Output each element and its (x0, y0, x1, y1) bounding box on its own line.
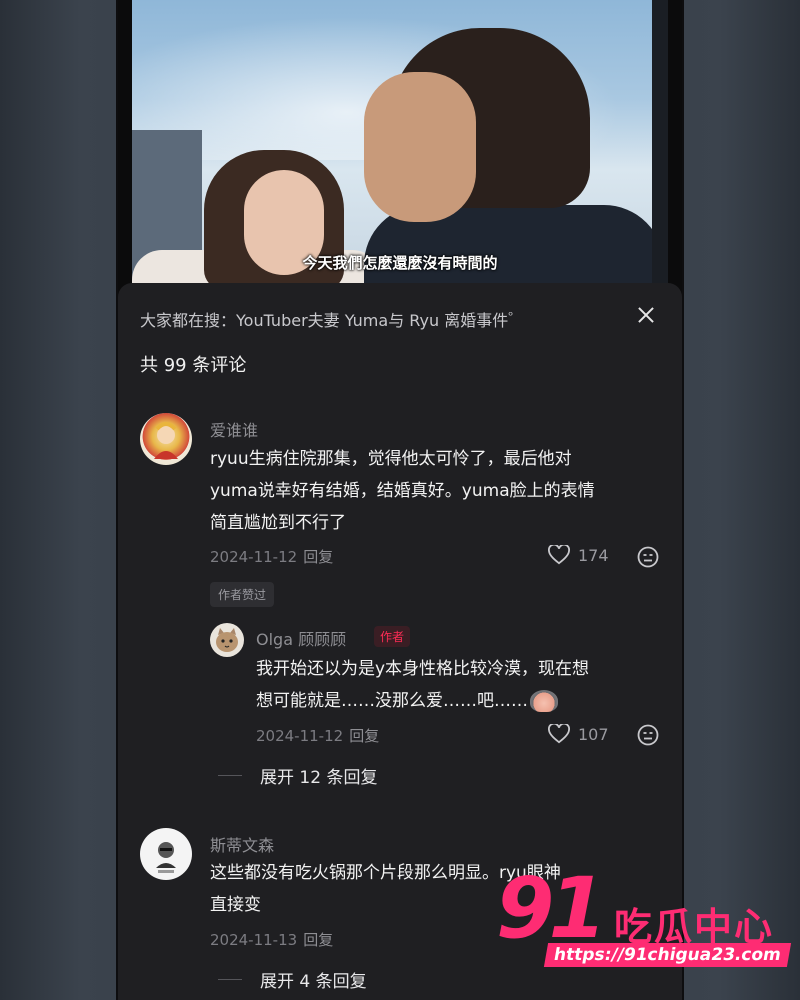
search-suggestion[interactable]: 大家都在搜：YouTuber夫妻 Yuma与 Ryu 离婚事件ᵒ (140, 307, 513, 331)
reply-text: 我开始还以为是y本身性格比较冷漠，现在想 想可能就是……没那么爱……吧…… (256, 653, 589, 717)
emoji-icon (530, 690, 558, 712)
expand-replies-label: 展开 12 条回复 (260, 768, 378, 788)
comment-text-line: yuma说幸好有结婚，结婚真好。yuma脸上的表情 (210, 481, 595, 501)
comment-username[interactable]: 斯蒂文森 (210, 832, 274, 856)
heart-icon (548, 724, 570, 744)
video-subtitle: 今天我們怎麼還麼沒有時間的 (302, 254, 498, 272)
comment-count: 共 99 条评论 (140, 355, 247, 376)
expand-replies-label: 展开 4 条回复 (260, 972, 367, 992)
reply-text-line: 想可能就是……没那么爱……吧…… (256, 685, 589, 717)
search-icon: ᵒ (508, 308, 514, 323)
comment-username[interactable]: 爱谁谁 (210, 417, 258, 441)
close-button[interactable] (632, 301, 660, 329)
reply-date: 2024-11-12 (256, 727, 344, 745)
reply-like-count: 107 (578, 724, 609, 744)
comment-text: ryuu生病住院那集，觉得他太可怜了，最后他对 yuma说幸好有结婚，结婚真好。… (210, 443, 595, 539)
dislike-icon[interactable] (637, 724, 659, 746)
dislike-icon[interactable] (637, 546, 659, 568)
reply-meta: 2024-11-12 回复 (256, 725, 379, 746)
comment-meta: 2024-11-12 回复 (210, 546, 333, 567)
comment-text-line: ryuu生病住院那集，觉得他太可怜了，最后他对 (210, 449, 572, 469)
reply-username[interactable]: Olga 顾顾顾 (256, 626, 346, 650)
author-tag: 作者 (374, 626, 411, 647)
video-person-man-face (364, 72, 476, 222)
comment-date: 2024-11-13 (210, 931, 298, 949)
search-suggestion-text: 大家都在搜：YouTuber夫妻 Yuma与 Ryu 离婚事件 (140, 311, 509, 330)
comment-date: 2024-11-12 (210, 548, 298, 566)
expand-divider (218, 979, 242, 980)
comment-text-line: 简直尴尬到不行了 (210, 513, 346, 533)
like-count: 174 (578, 545, 609, 565)
expand-replies-button[interactable]: 展开 4 条回复 (218, 967, 367, 992)
video-player[interactable]: 今天我們怎麼還麼沒有時間的 (132, 0, 668, 283)
cat-avatar-icon (216, 628, 238, 652)
video-edge (652, 0, 668, 283)
heart-icon (548, 545, 570, 565)
expand-divider (218, 775, 242, 776)
comment-meta: 2024-11-13 回复 (210, 929, 333, 950)
author-liked-badge: 作者赞过 (210, 582, 275, 607)
reply-text-line: 我开始还以为是y本身性格比较冷漠，现在想 (256, 659, 590, 679)
avatar-figure-icon (154, 422, 178, 459)
avatar[interactable] (140, 413, 192, 465)
site-watermark: 91 吃瓜中心 https://91chigua23.com (496, 859, 791, 976)
expand-replies-button[interactable]: 展开 12 条回复 (218, 763, 377, 788)
like-button[interactable]: 174 (548, 545, 609, 565)
phone-screen: 今天我們怎麼還麼沒有時間的 大家都在搜：YouTuber夫妻 Yuma与 Ryu… (118, 0, 682, 1000)
avatar[interactable] (140, 828, 192, 880)
reply-avatar[interactable] (210, 623, 244, 657)
reply-like-button[interactable]: 107 (548, 724, 609, 744)
reply-button[interactable]: 回复 (303, 931, 333, 949)
reply-button[interactable]: 回复 (349, 727, 379, 745)
watermark-url: https://91chigua23.com (543, 943, 791, 967)
avatar-figure-icon (156, 842, 176, 873)
watermark-number: 91 (496, 859, 607, 957)
reply-button[interactable]: 回复 (303, 548, 333, 566)
